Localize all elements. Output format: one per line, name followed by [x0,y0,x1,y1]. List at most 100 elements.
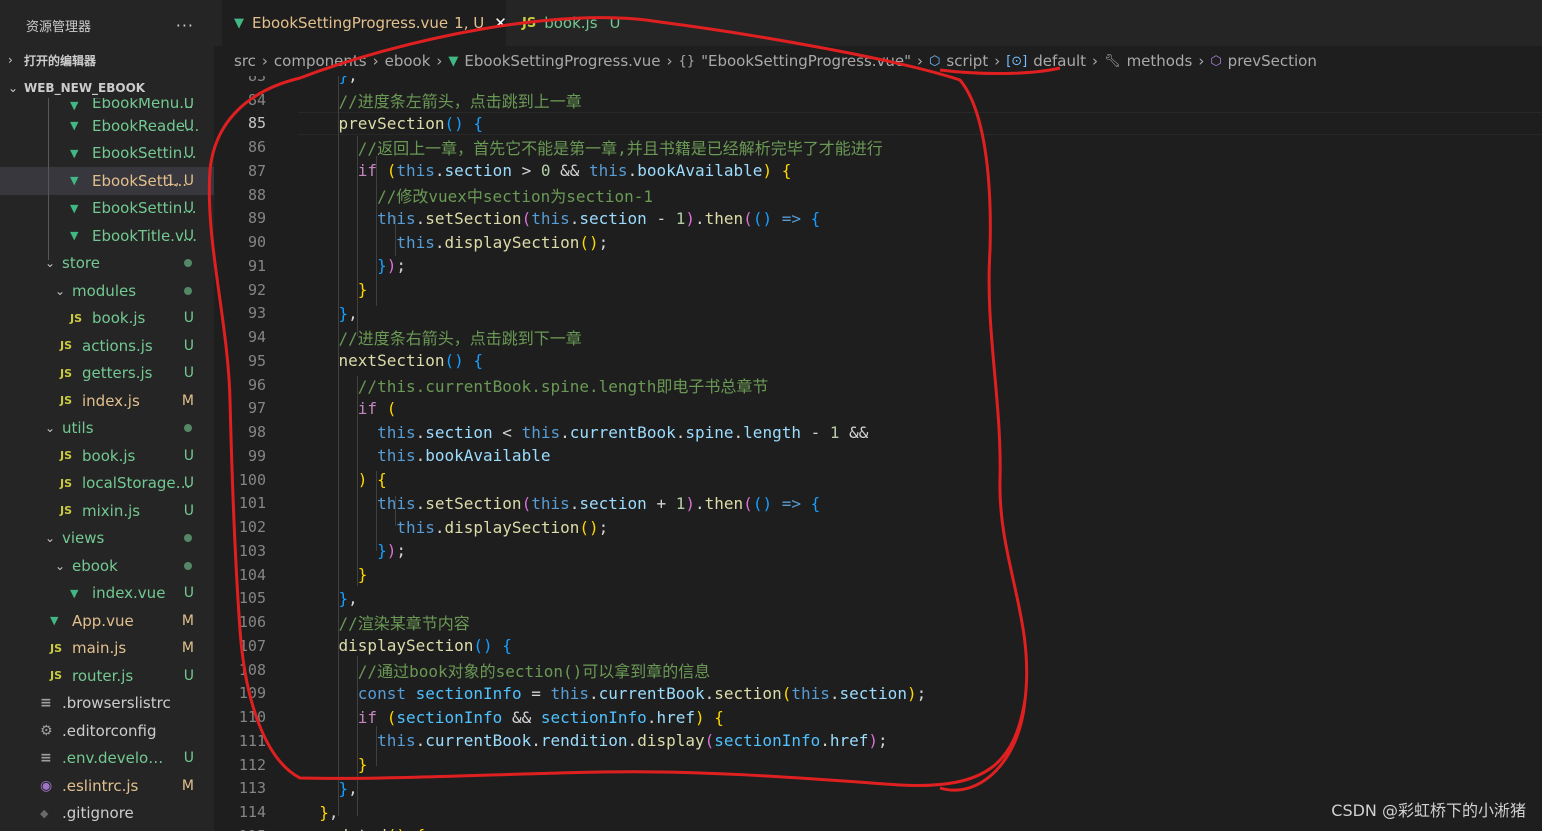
line-number: 115 [214,827,266,831]
tree-file[interactable]: ≡ .env.development U [0,745,214,773]
tree-folder[interactable]: ⌄ utils [0,415,214,443]
chevron-down-icon: ⌄ [54,558,66,573]
breadcrumb-file[interactable]: EbookSettingProgress.vue [464,52,660,70]
line-number: 94 [247,328,266,347]
close-icon[interactable]: ✕ [494,14,507,32]
code-line[interactable]: 87 if (this.section > 0 && this.bookAvai… [214,159,1542,183]
tree-file[interactable]: JS mixin.js U [0,497,214,525]
chevron-down-icon: ⌄ [8,81,19,95]
tree-file[interactable]: JS getters.js U [0,360,214,388]
code-line[interactable]: 103 }); [214,539,1542,563]
indent-guide [376,726,377,766]
tree-file[interactable]: JS book.js U [0,442,214,470]
code-line[interactable]: 102 this.displaySection(); [214,515,1542,539]
code-line[interactable]: 100 ) { [214,468,1542,492]
code-line[interactable]: 94 //进度条右箭头，点击跳到下一章 [214,325,1542,349]
code-line[interactable]: 91 }); [214,254,1542,278]
breadcrumb-ebook[interactable]: ebook [385,52,431,70]
code-line[interactable]: 109 const sectionInfo = this.currentBook… [214,682,1542,706]
tree-file[interactable]: ▼ EbookSetti... 1, U [0,167,214,195]
breadcrumb-script[interactable]: script [946,52,988,70]
git-icon: ◆ [40,806,49,820]
tree-file[interactable]: ◆ .gitignore [0,800,214,828]
method-icon: ⬡ [1210,53,1222,69]
tree-file[interactable]: ◉ .eslintrc.js M [0,772,214,800]
code-line[interactable]: 90 this.displaySection(); [214,230,1542,254]
git-status-badge: U [183,310,194,327]
code-line[interactable]: 105 }, [214,587,1542,611]
tree-file[interactable]: ▼ EbookTitle.v... U [0,222,214,250]
code-line[interactable]: 92 } [214,278,1542,302]
tree-file[interactable]: JS book.js U [0,305,214,333]
vue-icon: ▼ [70,99,79,112]
more-actions-icon[interactable]: ··· [176,16,194,35]
tab-book-js[interactable]: JS book.js U [510,0,650,46]
code-line[interactable]: 89 this.setSection(this.section - 1).the… [214,207,1542,231]
workspace-section[interactable]: ⌄ WEB_NEW_EBOOK [0,76,214,100]
tree-file[interactable]: ⚙ .editorconfig [0,717,214,745]
breadcrumb-prevsection[interactable]: prevSection [1228,52,1317,70]
code-line[interactable]: 86 //返回上一章，首先它不能是第一章,并且书籍是已经解析完毕了才能进行 [214,135,1542,159]
code-line[interactable]: 96 //this.currentBook.spine.length即电子书总章… [214,373,1542,397]
code-text: //进度条右箭头，点击跳到下一章 [338,329,582,349]
tree-item-label: book.js [92,309,146,328]
tree-folder[interactable]: ⌄ store [0,250,214,278]
code-line[interactable]: 88 //修改vuex中section为section-1 [214,183,1542,207]
code-line[interactable]: 99 this.bookAvailable [214,444,1542,468]
code-line[interactable]: 106 //渲染某章节内容 [214,610,1542,634]
tree-item-label: main.js [72,639,127,658]
breadcrumb-module[interactable]: "EbookSettingProgress.vue" [701,52,911,70]
open-editors-section[interactable]: › 打开的编辑器 [0,48,214,72]
tree-folder[interactable]: ⌄ modules [0,277,214,305]
code-line[interactable]: 112 } [214,753,1542,777]
code-text: }); [377,541,406,561]
code-line[interactable]: 95 nextSection() { [214,349,1542,373]
tree-folder[interactable]: ⌄ ebook [0,552,214,580]
breadcrumb: src › components › ebook › ▼ EbookSettingPro… [214,46,1542,76]
wrench-icon: 🔧︎ [1104,53,1121,69]
tab-ebook-setting-progress[interactable]: ▼ EbookSettingProgress.vue 1, U ✕ [222,0,507,46]
explorer-header: 资源管理器 ··· [0,0,214,50]
breadcrumb-components[interactable]: components [274,52,367,70]
breadcrumb-default[interactable]: default [1033,52,1086,70]
code-line[interactable]: 108 //通过book对象的section()可以拿到章的信息 [214,658,1542,682]
code-line[interactable]: 115 updated() { [214,824,1542,831]
code-line[interactable]: 83 }, [214,76,1542,88]
tree-file[interactable]: ▼ EbookReade... U [0,112,214,140]
tree-file[interactable]: ▼ EbookSettin... U [0,195,214,223]
code-line[interactable]: 111 this.currentBook.rendition.display(s… [214,729,1542,753]
tree-file[interactable]: ≡ .browserslistrc [0,690,214,718]
code-line[interactable]: 98 this.section < this.currentBook.spine… [214,420,1542,444]
code-line[interactable]: 101 this.setSection(this.section + 1).th… [214,492,1542,516]
current-line-highlight [298,111,1542,136]
vue-icon: ▼ [70,174,79,188]
js-icon: JS [60,339,73,353]
tree-file[interactable]: ▼ App.vue M [0,607,214,635]
tree-file[interactable]: ▼ EbookSettin... U [0,140,214,168]
git-status-badge: M [181,777,194,794]
code-editor[interactable]: 83 },84 //进度条左箭头，点击跳到上一章85 prevSection()… [214,76,1542,831]
tree-folder[interactable]: ⌄ views [0,525,214,553]
vue-icon: ▼ [234,15,244,31]
code-line[interactable]: 107 displaySection() { [214,634,1542,658]
code-line[interactable]: 84 //进度条左箭头，点击跳到上一章 [214,88,1542,112]
tree-file[interactable]: ▼ EbookMenu... U [0,98,214,112]
tree-file[interactable]: JS index.js M [0,387,214,415]
watermark: CSDN @彩虹桥下的小淅猪 [1331,801,1526,820]
chevron-down-icon: ⌄ [44,531,56,546]
chevron-right-icon: › [261,52,268,70]
tree-item-label: mixin.js [82,501,141,520]
tree-file[interactable]: JS actions.js U [0,332,214,360]
tree-file[interactable]: JS localStorage.js U [0,470,214,498]
breadcrumb-methods[interactable]: methods [1127,52,1193,70]
breadcrumb-src[interactable]: src [234,52,256,70]
tree-file[interactable]: JS main.js M [0,635,214,663]
tree-file[interactable]: JS router.js U [0,662,214,690]
code-line[interactable]: 85 prevSection() { [214,111,1542,136]
code-line[interactable]: 97 if ( [214,397,1542,421]
code-line[interactable]: 110 if (sectionInfo && sectionInfo.href)… [214,705,1542,729]
code-text: }, [338,303,358,323]
tree-file[interactable]: ▼ index.vue U [0,580,214,608]
code-line[interactable]: 104 } [214,563,1542,587]
code-line[interactable]: 93 }, [214,302,1542,326]
